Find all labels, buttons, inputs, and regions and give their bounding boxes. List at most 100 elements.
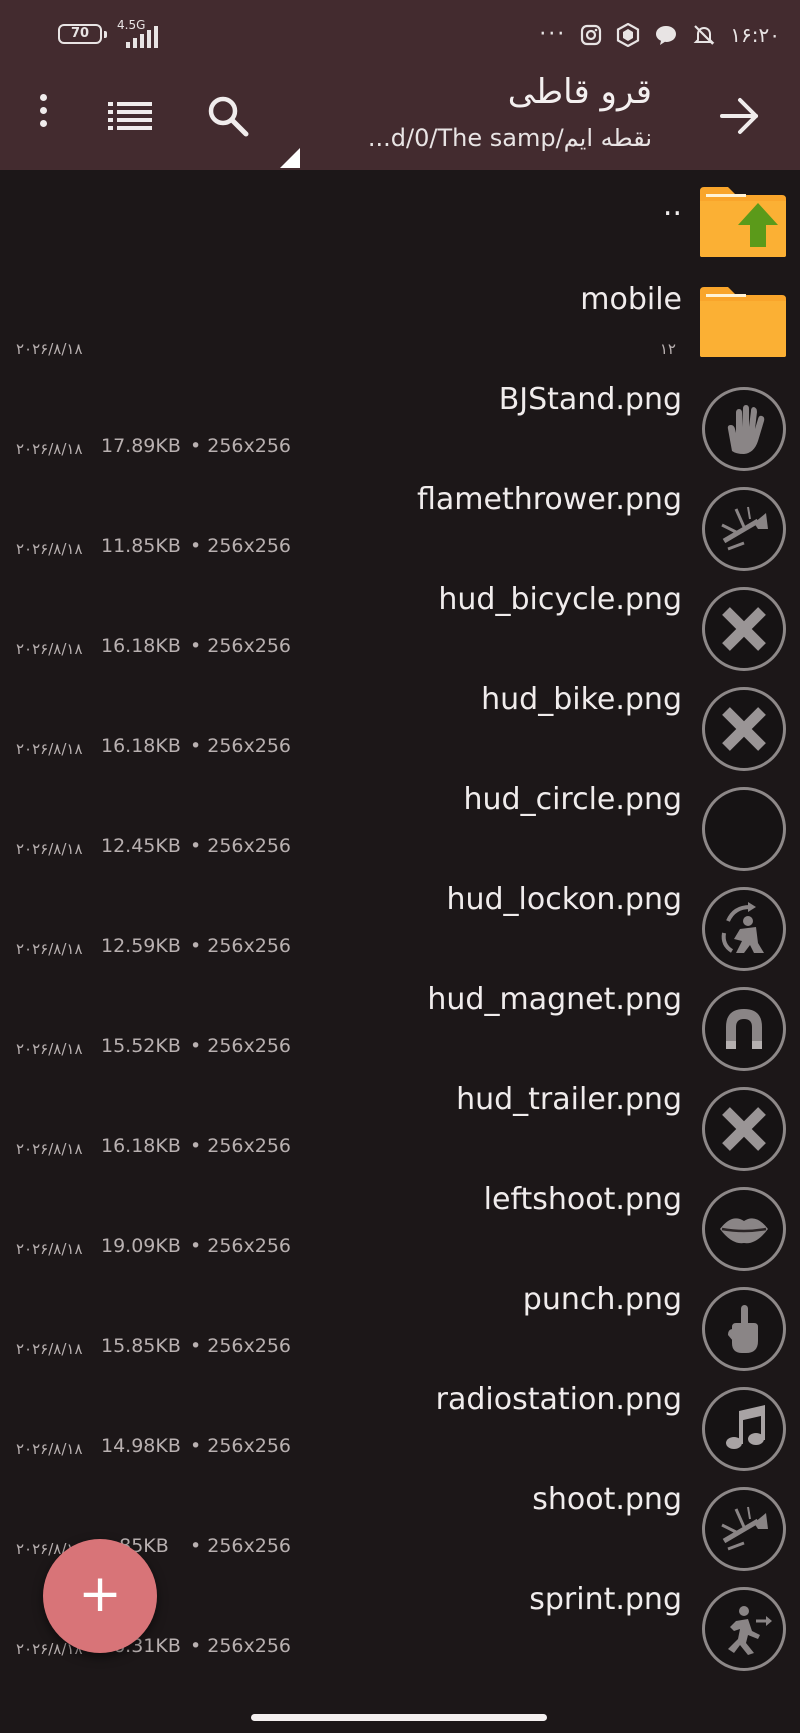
file-name: punch.png [522,1282,682,1317]
file-row[interactable]: hud_trailer.png ۲۰۲۶/۸/۱۸ 16.18KB • 256x… [0,1070,800,1171]
instagram-icon [581,24,602,45]
file-thumbnail [702,1187,786,1271]
hand-icon [727,405,765,454]
item-count: ۱۲ [659,340,676,358]
modified-date: ۲۰۲۶/۸/۱۸ [16,1140,83,1158]
modified-date: ۲۰۲۶/۸/۱۸ [16,1340,83,1358]
signal-icon [126,26,158,48]
file-name: sprint.png [529,1582,682,1617]
image-dimensions: • 256x256 [190,1635,292,1657]
file-name: radiostation.png [435,1382,682,1417]
file-size: 16.18KB [101,1135,181,1157]
home-gesture-handle[interactable] [251,1714,547,1721]
file-row[interactable]: flamethrower.png ۲۰۲۶/۸/۱۸ 11.85KB • 256… [0,470,800,571]
file-row[interactable]: hud_bicycle.png ۲۰۲۶/۸/۱۸ 16.18KB • 256x… [0,570,800,671]
image-dimensions: • 256x256 [190,1135,292,1157]
file-row[interactable]: leftshoot.png ۲۰۲۶/۸/۱۸ 19.09KB • 256x25… [0,1170,800,1271]
file-name: hud_trailer.png [456,1082,682,1117]
breadcrumb-path[interactable]: ...d/0/The samp/نقطه ایم [368,124,652,152]
navigation-bar [0,1672,800,1733]
x-icon [722,607,766,651]
modified-date: ۲۰۲۶/۸/۱۸ [16,1240,83,1258]
file-name: hud_bike.png [481,682,682,717]
more-notifications-icon: ··· [539,22,567,47]
modified-date: ۲۰۲۶/۸/۱۸ [16,340,83,358]
app-notification-icon [617,22,640,47]
modified-date: ۲۰۲۶/۸/۱۸ [16,640,83,658]
file-row[interactable]: hud_lockon.png ۲۰۲۶/۸/۱۸ 12.59KB • 256x2… [0,870,800,971]
music-note-icon [726,1405,765,1449]
modified-date: ۲۰۲۶/۸/۱۸ [16,440,83,458]
modified-date: ۲۰۲۶/۸/۱۸ [16,840,83,858]
file-size: 15.52KB [101,1035,181,1057]
battery-indicator: 70 [58,24,107,44]
modified-date: ۲۰۲۶/۸/۱۸ [16,740,83,758]
mute-bell-icon [693,24,715,45]
file-name: hud_bicycle.png [438,582,682,617]
file-row[interactable]: BJStand.png ۲۰۲۶/۸/۱۸ 17.89KB • 256x256 [0,370,800,471]
image-dimensions: • 256x256 [190,1335,292,1357]
empty-circle-icon [714,799,774,859]
image-dimensions: • 256x256 [190,635,292,657]
lockon-icon [721,902,764,953]
x-icon [722,707,766,751]
file-thumbnail [702,1487,786,1571]
image-dimensions: • 256x256 [190,735,292,757]
file-thumbnail [702,1087,786,1171]
file-row[interactable]: punch.png ۲۰۲۶/۸/۱۸ 15.85KB • 256x256 [0,1270,800,1371]
file-row[interactable]: radiostation.png ۲۰۲۶/۸/۱۸ 14.98KB • 256… [0,1370,800,1471]
folder-title: قرو قاطی [507,72,652,112]
file-thumbnail [702,1287,786,1371]
image-dimensions: • 256x256 [190,535,292,557]
plus-icon: + [78,1564,122,1624]
file-size: 15.85KB [101,1335,181,1357]
file-size: 16.18KB [101,635,181,657]
file-thumbnail [702,1387,786,1471]
file-row[interactable]: hud_magnet.png ۲۰۲۶/۸/۱۸ 15.52KB • 256x2… [0,970,800,1071]
hand-gesture-icon [728,1305,758,1353]
file-size: 16.18KB [101,735,181,757]
status-icons: ··· ۱۶:۲۰ [539,22,780,47]
folder-name: mobile [580,282,682,317]
image-dimensions: • 256x256 [190,435,292,457]
folder-icon [700,287,786,357]
file-thumbnail [702,487,786,571]
image-dimensions: • 256x256 [190,935,292,957]
folder-up-icon [700,187,786,257]
file-name: shoot.png [532,1482,682,1517]
sprint-icon [728,1606,772,1655]
parent-folder-row[interactable]: .. [0,170,800,270]
image-dimensions: • 256x256 [190,1035,292,1057]
flamethrower-icon [721,1506,768,1551]
modified-date: ۲۰۲۶/۸/۱۸ [16,940,83,958]
file-name: flamethrower.png [417,482,682,517]
file-name: BJStand.png [498,382,682,417]
file-size: 12.45KB [101,835,181,857]
image-dimensions: • 256x256 [190,1535,292,1557]
more-options-icon[interactable] [30,94,56,138]
path-dropdown-indicator-icon[interactable] [280,148,300,168]
list-view-icon[interactable] [108,100,152,130]
file-size: 17.89KB [101,435,181,457]
folder-row[interactable]: mobile ۱۲ ۲۰۲۶/۸/۱۸ [0,270,800,370]
search-icon[interactable] [206,94,250,138]
file-size: 12.59KB [101,935,181,957]
flamethrower-icon [721,506,768,551]
file-name: hud_magnet.png [427,982,682,1017]
file-size: 11.85KB [101,535,181,557]
x-icon [722,1107,766,1151]
file-name: hud_lockon.png [446,882,682,917]
image-dimensions: • 256x256 [190,1235,292,1257]
file-size: 19.09KB [101,1235,181,1257]
lips-icon [720,1218,768,1244]
status-bar: 70 4.5G ··· ۱۶:۲۰ [0,0,800,64]
chat-icon [656,25,677,45]
add-button[interactable]: + [43,1539,157,1653]
forward-arrow-icon[interactable] [718,94,762,138]
image-dimensions: • 256x256 [190,835,292,857]
file-thumbnail [702,787,786,871]
file-name: leftshoot.png [483,1182,682,1217]
file-row[interactable]: hud_circle.png ۲۰۲۶/۸/۱۸ 12.45KB • 256x2… [0,770,800,871]
file-row[interactable]: hud_bike.png ۲۰۲۶/۸/۱۸ 16.18KB • 256x256 [0,670,800,771]
image-dimensions: • 256x256 [190,1435,292,1457]
